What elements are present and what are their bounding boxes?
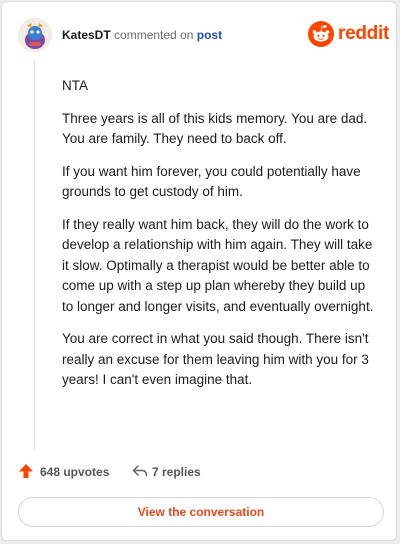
- post-link[interactable]: post: [197, 28, 222, 42]
- reddit-brand[interactable]: reddit: [308, 21, 389, 49]
- comment-body: NTA Three years is all of this kids memo…: [62, 76, 380, 403]
- user-avatar[interactable]: [18, 18, 52, 52]
- reply-count: 7 replies: [152, 465, 201, 479]
- comment-paragraph: NTA: [62, 78, 88, 93]
- brand-wordmark: reddit: [338, 23, 389, 44]
- comment-paragraph: You are correct in what you said though.…: [62, 331, 369, 387]
- reddit-snoo-icon: [308, 21, 334, 47]
- comment-meta: KatesDT commented on post: [62, 28, 222, 42]
- comment-paragraph: Three years is all of this kids memory. …: [62, 110, 368, 147]
- thread-line: [34, 60, 35, 450]
- upvote-arrow-icon: [19, 464, 33, 478]
- comment-card: KatesDT commented on post reddit NTA Thr…: [1, 1, 397, 541]
- comment-paragraph: If they really want him back, they will …: [62, 216, 374, 314]
- upvote-count: 648 upvotes: [40, 465, 110, 479]
- username-link[interactable]: KatesDT: [62, 28, 111, 42]
- view-conversation-button[interactable]: View the conversation: [18, 497, 384, 527]
- reply-arrow-icon: [132, 465, 148, 477]
- comment-header: KatesDT commented on post reddit: [18, 18, 389, 54]
- comment-paragraph: If you want him forever, you could poten…: [62, 163, 361, 200]
- action-text: commented on: [114, 28, 194, 42]
- avatar-icon: [18, 18, 52, 52]
